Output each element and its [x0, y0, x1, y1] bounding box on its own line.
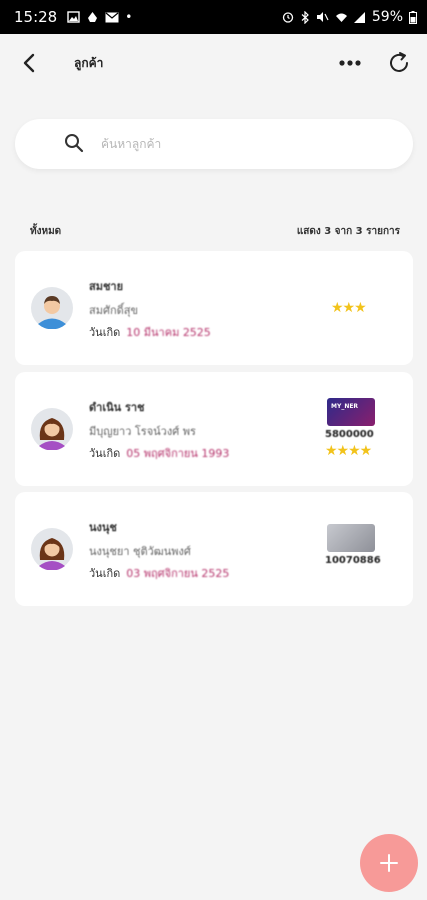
add-customer-button[interactable] — [360, 834, 418, 892]
female-avatar-icon — [31, 528, 73, 570]
page-title: ลูกค้า — [74, 56, 104, 70]
list-summary: ทั้งหมด แสดง 3 จาก 3 รายการ — [0, 224, 427, 240]
rating-stars: ★★★★ — [325, 443, 372, 459]
alarm-icon — [282, 12, 294, 23]
status-bar: 15:28 • 59% — [0, 0, 427, 34]
image-icon — [67, 11, 80, 23]
male-avatar-icon — [31, 287, 73, 329]
search-bar[interactable] — [15, 119, 413, 169]
signal-icon — [353, 11, 365, 23]
birthday-label: วันเกิด — [89, 567, 121, 580]
birthday-label: วันเกิด — [89, 326, 121, 339]
customer-birthday: วันเกิด 10 มีนาคม 2525 — [89, 323, 211, 341]
birthday-value: 05 พฤศจิกายน 1993 — [126, 447, 230, 460]
battery-icon — [409, 10, 417, 24]
rating-stars: ★★★ — [331, 300, 367, 316]
member-card-image — [327, 524, 375, 552]
search-input[interactable] — [101, 131, 391, 157]
wifi-icon — [335, 13, 347, 22]
customer-card[interactable]: สมชาย สมศักดิ์สุข วันเกิด 10 มีนาคม 2525 … — [15, 251, 413, 365]
customer-subtitle: สมศักดิ์สุข — [89, 304, 138, 317]
member-number: 10070886 — [325, 555, 381, 566]
more-options-icon[interactable] — [336, 50, 364, 76]
female-avatar-icon — [31, 408, 73, 450]
customer-name: ดำเนิน ราช — [89, 401, 145, 414]
member-card-text: MY_NER — [331, 403, 359, 410]
mail-icon — [105, 12, 119, 22]
back-arrow-icon[interactable] — [18, 50, 42, 76]
customer-birthday: วันเกิด 03 พฤศจิกายน 2525 — [89, 564, 229, 582]
customer-card[interactable]: นงนุช นงนุชยา ชุติวัฒนพงศ์ วันเกิด 03 พฤศ… — [15, 492, 413, 606]
customer-subtitle: นงนุชยา ชุติวัฒนพงศ์ — [89, 545, 191, 558]
battery-percent: 59% — [371, 9, 403, 25]
customer-name: สมชาย — [89, 280, 124, 293]
dot-icon: • — [125, 10, 133, 24]
customer-subtitle: มีบุญยาว โรจน์วงศ์ พร — [89, 425, 196, 438]
birthday-label: วันเกิด — [89, 447, 121, 460]
customer-name: นงนุช — [89, 521, 117, 534]
plus-icon — [380, 854, 398, 872]
birthday-value: 03 พฤศจิกายน 2525 — [126, 567, 230, 580]
result-count: แสดง 3 จาก 3 รายการ — [296, 226, 400, 237]
member-number: 5800000 — [325, 429, 374, 440]
refresh-icon[interactable] — [386, 50, 412, 76]
search-icon — [65, 134, 84, 153]
birthday-value: 10 มีนาคม 2525 — [126, 326, 211, 339]
all-label: ทั้งหมด — [30, 226, 62, 237]
customer-card[interactable]: ดำเนิน ราช มีบุญยาว โรจน์วงศ์ พร วันเกิด… — [15, 372, 413, 486]
status-left-icons: • — [67, 10, 132, 24]
bluetooth-icon — [301, 10, 309, 24]
status-time: 15:28 — [14, 8, 58, 26]
app-bar: ลูกค้า — [0, 34, 427, 92]
status-right-icons: 59% — [282, 9, 417, 25]
customer-birthday: วันเกิด 05 พฤศจิกายน 1993 — [89, 444, 229, 462]
member-card-image: MY_NER — [327, 398, 375, 426]
drive-icon — [88, 12, 98, 22]
mute-icon — [316, 12, 329, 22]
